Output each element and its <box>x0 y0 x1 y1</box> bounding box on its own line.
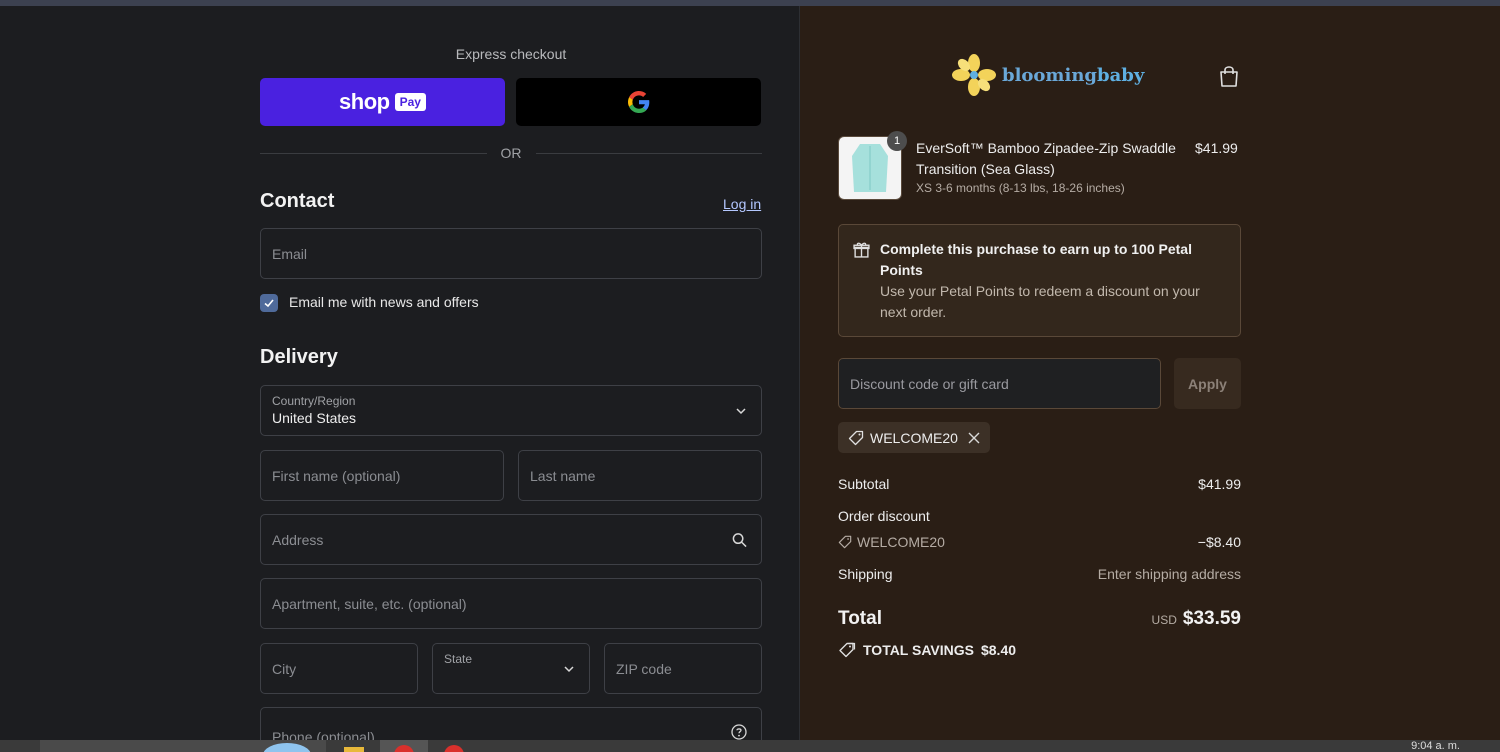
taskbar-app-icon[interactable] <box>440 740 468 752</box>
total-label: Total <box>838 608 882 629</box>
phone-placeholder: Phone (optional) <box>272 728 375 741</box>
shipping-label: Shipping <box>838 566 893 582</box>
zip-field[interactable]: ZIP code <box>604 643 762 694</box>
total-savings-value: $8.40 <box>980 642 1017 658</box>
product-variant: XS 3-6 months (8-13 lbs, 18-26 inches) <box>916 181 1125 195</box>
delivery-heading: Delivery <box>260 346 338 368</box>
applied-discount-chip: WELCOME20 <box>838 422 990 453</box>
apartment-placeholder: Apartment, suite, etc. (optional) <box>272 595 467 612</box>
total-currency: USD <box>1151 613 1177 627</box>
address-field[interactable]: Address <box>260 514 762 565</box>
express-checkout-title: Express checkout <box>455 46 567 62</box>
google-g-icon <box>627 91 649 113</box>
last-name-placeholder: Last name <box>530 467 596 484</box>
google-pay-button[interactable] <box>516 78 761 126</box>
petal-points-banner: Complete this purchase to earn up to 100… <box>838 224 1241 337</box>
first-name-placeholder: First name (optional) <box>272 467 401 484</box>
country-value: United States <box>272 410 357 426</box>
city-placeholder: City <box>272 660 297 677</box>
chevron-down-icon <box>736 407 746 414</box>
order-discount-code: WELCOME20 <box>857 534 945 550</box>
total-savings-label: TOTAL SAVINGS <box>863 642 974 658</box>
taskbar-clock[interactable]: 9:04 a. m. <box>1411 740 1460 752</box>
total-value: $33.59 <box>1182 608 1241 629</box>
total-savings: TOTAL SAVINGS $8.40 <box>838 642 1016 658</box>
last-name-field[interactable]: Last name <box>518 450 762 501</box>
state-select[interactable]: State <box>432 643 590 694</box>
country-label: Country/Region <box>272 394 356 408</box>
checkmark-icon <box>264 299 274 308</box>
order-discount-value: −$8.40 <box>1197 534 1241 550</box>
product-price: $41.99 <box>1195 140 1238 156</box>
phone-field[interactable]: Phone (optional) <box>260 707 762 740</box>
brand-logo-text: bloomingbaby <box>1002 65 1144 86</box>
petal-points-title: Complete this purchase to earn up to 100… <box>880 241 1192 278</box>
or-label: OR <box>500 145 522 161</box>
apply-discount-button[interactable]: Apply <box>1174 358 1241 409</box>
apartment-field[interactable]: Apartment, suite, etc. (optional) <box>260 578 762 629</box>
shop-pay-badge: Pay <box>394 93 426 111</box>
tag-icon <box>848 430 864 445</box>
login-link[interactable]: Log in <box>723 196 761 212</box>
shipping-value: Enter shipping address <box>1097 566 1241 582</box>
weather-cloud-icon[interactable] <box>262 740 312 752</box>
discount-code-input[interactable]: Discount code or gift card <box>838 358 1161 409</box>
news-checkbox-label: Email me with news and offers <box>289 294 479 310</box>
flower-logo-icon <box>952 54 996 96</box>
shop-pay-wordmark: shop <box>339 89 390 114</box>
taskbar-app-active[interactable] <box>380 740 428 752</box>
city-field[interactable]: City <box>260 643 418 694</box>
order-discount-code-row: WELCOME20 <box>838 534 945 550</box>
help-circle-icon[interactable] <box>731 724 747 740</box>
applied-discount-code: WELCOME20 <box>870 429 958 446</box>
brand-logo-part2: baby <box>1097 64 1145 86</box>
email-field[interactable]: Email <box>260 228 762 279</box>
order-discount-label: Order discount <box>838 508 930 524</box>
or-divider: OR <box>260 145 762 161</box>
country-select[interactable]: Country/Region United States <box>260 385 762 436</box>
checkout-form-panel: Express checkout shop Pay OR Contact Log… <box>0 6 800 740</box>
discount-placeholder: Discount code or gift card <box>850 375 1009 392</box>
subtotal-value: $41.99 <box>1198 476 1241 492</box>
total-amount: USD $33.59 <box>1152 608 1241 630</box>
savings-tag-icon <box>839 642 856 658</box>
first-name-field[interactable]: First name (optional) <box>260 450 504 501</box>
product-name: EverSoft™ Bamboo Zipadee-Zip Swaddle Tra… <box>916 140 1176 177</box>
news-checkbox[interactable] <box>260 294 278 312</box>
petal-points-body: Use your Petal Points to redeem a discou… <box>880 283 1200 320</box>
subtotal-label: Subtotal <box>838 476 890 492</box>
gift-icon <box>853 242 870 258</box>
os-taskbar: 9:04 a. m. <box>0 740 1500 752</box>
state-label: State <box>444 652 473 666</box>
cart-bag-button[interactable] <box>1218 64 1240 93</box>
email-placeholder: Email <box>272 245 308 262</box>
chevron-down-icon <box>564 665 574 672</box>
remove-discount-close-icon[interactable] <box>968 432 980 444</box>
contact-heading: Contact <box>260 190 335 212</box>
zip-placeholder: ZIP code <box>616 660 672 677</box>
file-explorer-icon[interactable] <box>342 740 366 752</box>
brand-logo-part1: blooming <box>1002 64 1097 86</box>
shop-pay-button[interactable]: shop Pay <box>260 78 505 126</box>
brand-logo[interactable]: bloomingbaby <box>952 54 1144 96</box>
swaddle-product-image <box>852 144 888 192</box>
address-placeholder: Address <box>272 531 324 548</box>
order-summary-panel: bloomingbaby 1 EverSoft™ Bamboo Zipadee-… <box>800 6 1500 740</box>
tag-icon <box>838 535 852 549</box>
item-quantity-badge: 1 <box>887 131 907 151</box>
shopping-bag-icon <box>1220 66 1238 87</box>
search-icon <box>732 532 747 547</box>
